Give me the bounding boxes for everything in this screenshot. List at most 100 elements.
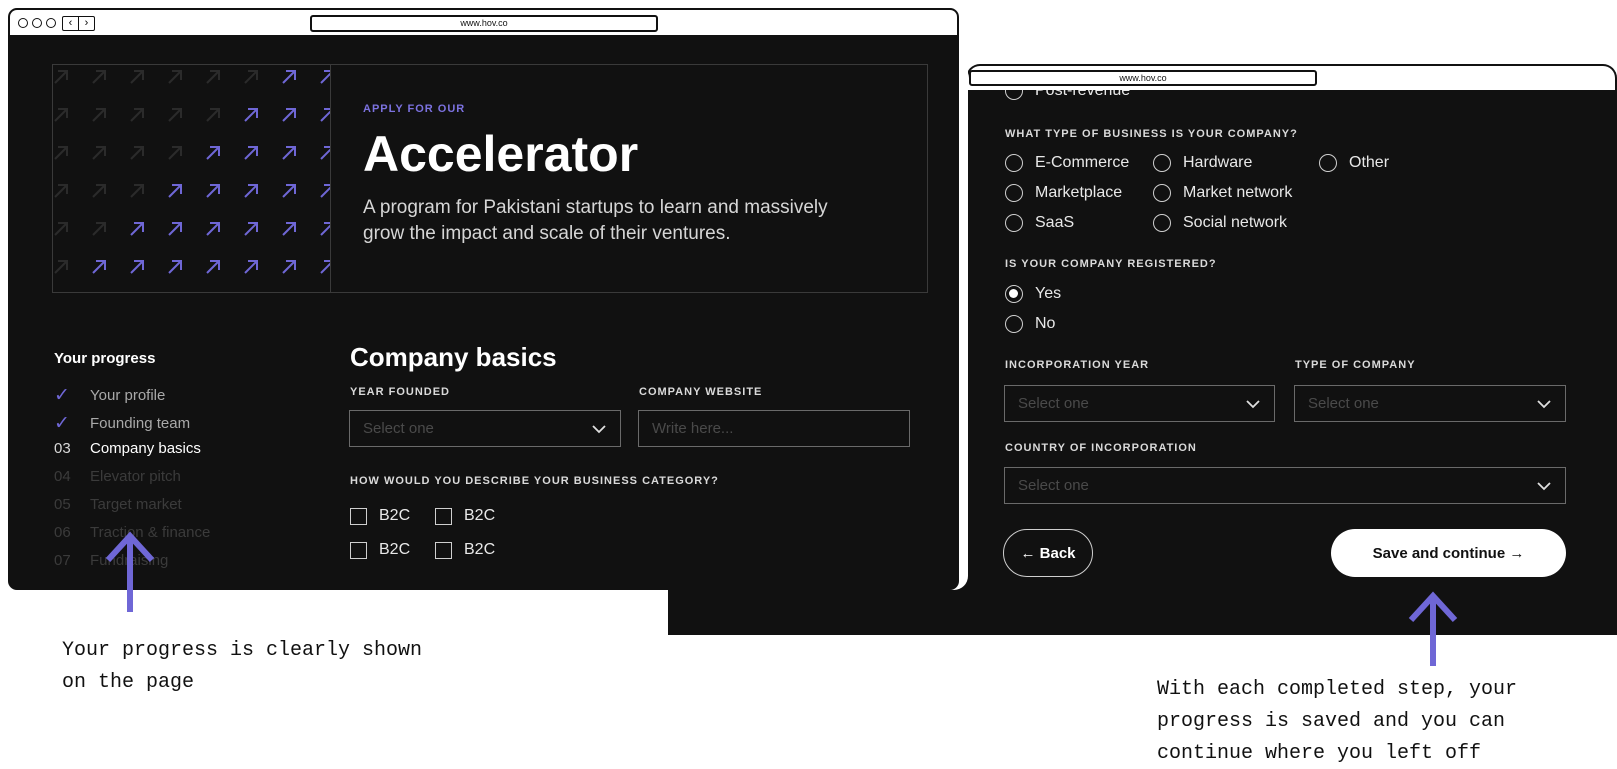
year-founded-select[interactable]: Select one <box>349 410 621 447</box>
arrow-up-right-icon <box>320 222 330 236</box>
arrow-up-right-icon <box>54 222 68 236</box>
window-dot-icon[interactable] <box>18 18 28 28</box>
website-input[interactable]: Write here... <box>638 410 910 447</box>
radio-circle[interactable] <box>1005 184 1023 202</box>
annotation-progress: Your progress is clearly shown on the pa… <box>62 639 423 694</box>
arrow-pattern <box>53 65 331 292</box>
chevron-down-icon <box>1537 481 1551 490</box>
annotation-arrow-up-icon <box>1408 591 1458 666</box>
progress-step[interactable]: 03 Company basics <box>54 440 201 457</box>
checkbox-b2c[interactable]: B2C <box>350 541 410 559</box>
chevron-down-icon <box>1537 399 1551 408</box>
radio-circle[interactable] <box>1153 154 1171 172</box>
category-question: HOW WOULD YOU DESCRIBE YOUR BUSINESS CAT… <box>350 475 719 487</box>
checkbox-box[interactable] <box>350 507 367 525</box>
radio-label: No <box>1035 315 1056 332</box>
radio-label: Marketplace <box>1035 184 1123 201</box>
radio-saas[interactable]: SaaS <box>1005 214 1074 232</box>
radio-hardware[interactable]: Hardware <box>1153 154 1252 172</box>
radio-label: Post-revenue <box>1035 90 1131 99</box>
checkbox-label: B2C <box>379 507 411 524</box>
progress-step[interactable]: 05 Target market <box>54 496 182 513</box>
select-placeholder: Select one <box>1018 477 1089 494</box>
business-type-question: WHAT TYPE OF BUSINESS IS YOUR COMPANY? <box>1005 128 1298 140</box>
arrow-up-right-icon <box>282 260 296 274</box>
radio-circle-selected[interactable] <box>1005 285 1023 303</box>
arrow-up-right-icon <box>282 108 296 122</box>
window-dot-icon[interactable] <box>46 18 56 28</box>
browser-titlebar: ‹ › www.hov.co <box>10 10 957 37</box>
progress-step[interactable]: ✓ Your profile <box>54 384 165 407</box>
arrow-up-right-icon <box>244 108 258 122</box>
radio-other[interactable]: Other <box>1319 154 1389 172</box>
back-arrow-icon[interactable]: ‹ <box>63 17 78 30</box>
checkbox-label: B2C <box>464 541 496 558</box>
step-label: Your profile <box>90 387 166 404</box>
step-number: 05 <box>54 496 71 513</box>
radio-label: Yes <box>1035 285 1062 302</box>
arrow-up-right-icon <box>130 222 144 236</box>
arrow-up-right-icon <box>168 146 182 160</box>
company-type-label: TYPE OF COMPANY <box>1295 359 1416 371</box>
radio-label: E-Commerce <box>1035 154 1130 171</box>
arrow-up-right-icon <box>282 146 296 160</box>
checkbox-box[interactable] <box>435 541 452 559</box>
arrow-up-right-icon <box>206 184 220 198</box>
registered-question: IS YOUR COMPANY REGISTERED? <box>1005 258 1217 270</box>
step-label: Company basics <box>90 440 201 457</box>
checkbox-b2c[interactable]: B2C <box>350 507 410 525</box>
checkbox-box[interactable] <box>435 507 452 525</box>
radio-registered-no[interactable]: No <box>1005 315 1055 333</box>
progress-step[interactable]: ✓ Founding team <box>54 412 190 435</box>
country-select[interactable]: Select one <box>1004 467 1566 504</box>
step-number: 03 <box>54 440 71 457</box>
arrow-up-right-icon <box>130 70 144 84</box>
incorporation-year-select[interactable]: Select one <box>1004 385 1275 422</box>
radio-market-network[interactable]: Market network <box>1153 184 1292 202</box>
arrow-up-right-icon <box>282 70 296 84</box>
step-number: 06 <box>54 524 71 541</box>
radio-circle[interactable] <box>1005 214 1023 232</box>
chevron-down-icon <box>592 424 606 433</box>
checkbox-b2c[interactable]: B2C <box>435 541 495 559</box>
progress-title: Your progress <box>54 350 156 367</box>
radio-circle[interactable] <box>1153 214 1171 232</box>
save-and-continue-button[interactable]: Save and continue → <box>1331 529 1566 577</box>
checkbox-box[interactable] <box>350 541 367 559</box>
radio-circle[interactable] <box>1005 315 1023 333</box>
radio-post-revenue[interactable]: Post-revenue <box>1005 90 1130 100</box>
checkbox-b2c[interactable]: B2C <box>435 507 495 525</box>
arrow-up-right-icon <box>320 146 330 160</box>
radio-social-network[interactable]: Social network <box>1153 214 1287 232</box>
history-nav: ‹ › <box>62 16 95 31</box>
arrow-up-right-icon <box>244 222 258 236</box>
arrow-up-right-icon <box>320 108 330 122</box>
arrow-up-right-icon <box>92 260 106 274</box>
radio-ecommerce[interactable]: E-Commerce <box>1005 154 1129 172</box>
arrow-up-right-icon <box>92 70 106 84</box>
address-bar[interactable]: www.hov.co <box>310 15 658 32</box>
hero-text: APPLY FOR OUR Accelerator A program for … <box>363 103 923 247</box>
radio-circle[interactable] <box>1005 154 1023 172</box>
section-title: Company basics <box>350 342 557 372</box>
hero-description: A program for Pakistani startups to lear… <box>363 197 828 244</box>
radio-circle[interactable] <box>1319 154 1337 172</box>
forward-arrow-icon[interactable]: › <box>78 17 94 30</box>
step-label: Target market <box>90 496 182 513</box>
window-dot-icon[interactable] <box>32 18 42 28</box>
radio-label: Market network <box>1183 184 1293 201</box>
radio-circle[interactable] <box>1005 90 1023 100</box>
arrow-up-right-icon <box>244 260 258 274</box>
country-label: COUNTRY OF INCORPORATION <box>1005 442 1197 454</box>
annotation-save-progress: With each completed step, your progress … <box>1157 678 1518 765</box>
arrow-up-right-icon <box>92 146 106 160</box>
radio-marketplace[interactable]: Marketplace <box>1005 184 1122 202</box>
back-button[interactable]: ← Back <box>1003 529 1093 577</box>
company-type-select[interactable]: Select one <box>1294 385 1566 422</box>
address-bar-2[interactable]: www.hov.co <box>969 70 1317 86</box>
arrow-up-right-icon <box>130 108 144 122</box>
radio-registered-yes[interactable]: Yes <box>1005 285 1061 303</box>
progress-step[interactable]: 04 Elevator pitch <box>54 468 181 485</box>
arrow-up-right-icon <box>54 184 68 198</box>
radio-circle[interactable] <box>1153 184 1171 202</box>
